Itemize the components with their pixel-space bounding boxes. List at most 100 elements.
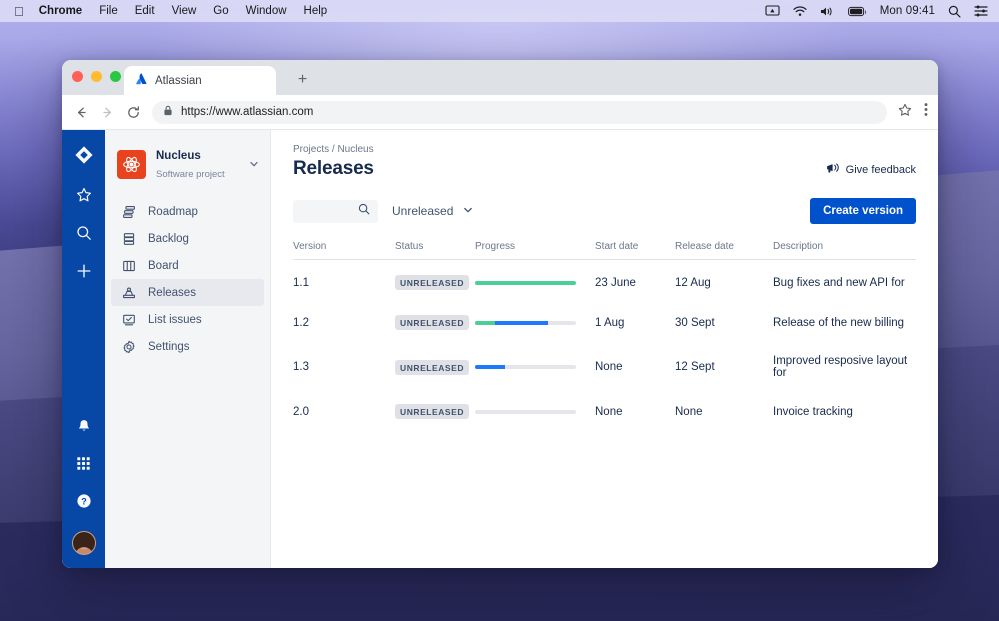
column-header-version: Version [293, 241, 395, 260]
search-input-wrapper[interactable] [293, 199, 378, 223]
breadcrumb[interactable]: Projects / Nucleus [293, 144, 916, 155]
cell-version[interactable]: 1.1 [293, 260, 395, 301]
maximize-window-button[interactable] [110, 71, 121, 82]
notifications-icon[interactable] [76, 418, 92, 434]
browser-tab-strip: Atlassian + [62, 60, 938, 95]
create-version-button[interactable]: Create version [810, 198, 916, 224]
cell-description: Improved resposive layout for [773, 355, 908, 379]
cell-progress [475, 260, 595, 301]
progress-bar [475, 365, 576, 369]
cell-version[interactable]: 2.0 [293, 389, 395, 429]
cell-progress [475, 300, 595, 340]
control-center-icon[interactable] [974, 5, 988, 17]
search-input[interactable] [301, 205, 358, 217]
avatar-hair [72, 532, 95, 554]
minimize-window-button[interactable] [91, 71, 102, 82]
column-header-description: Description [773, 241, 916, 260]
cell-progress [475, 340, 595, 389]
project-type: Software project [156, 169, 225, 180]
help-icon[interactable]: ? [76, 493, 92, 509]
sidebar-item-releases[interactable]: Releases [111, 279, 264, 306]
sidebar-item-label: Roadmap [148, 205, 198, 218]
releases-page: Projects / Nucleus Releases Give feedbac… [271, 130, 938, 568]
menu-item-view[interactable]: View [172, 5, 197, 17]
progress-bar [475, 320, 576, 325]
status-badge: UNRELEASED [395, 359, 470, 375]
chrome-menu-icon[interactable] [924, 102, 928, 122]
search-icon[interactable] [358, 202, 370, 220]
board-icon [121, 259, 136, 273]
column-header-status: Status [395, 241, 475, 260]
menu-item-window[interactable]: Window [246, 5, 287, 17]
table-row[interactable]: 2.0 UNRELEASED None None Invoice tracking [293, 389, 916, 429]
chevron-down-icon[interactable] [248, 158, 260, 170]
volume-icon[interactable] [820, 6, 835, 17]
column-header-start-date: Start date [595, 241, 675, 260]
cell-description: Release of the new billing [773, 316, 905, 329]
macos-menu-bar:  Chrome File Edit View Go Window Help M… [0, 0, 999, 22]
status-badge: UNRELEASED [395, 404, 470, 419]
user-avatar[interactable] [71, 531, 96, 555]
status-filter-dropdown[interactable]: Unreleased [392, 204, 474, 219]
window-traffic-lights [72, 71, 121, 82]
sidebar-item-list-issues[interactable]: List issues [111, 306, 264, 333]
lock-icon [163, 105, 173, 119]
app-switcher-icon[interactable] [76, 456, 91, 471]
sidebar-item-board[interactable]: Board [111, 252, 264, 279]
cell-description: Invoice tracking [773, 405, 853, 418]
starred-icon[interactable] [76, 187, 92, 203]
sidebar-item-label: Settings [148, 340, 190, 353]
cell-release-date: 30 Sept [675, 316, 715, 329]
browser-tab-atlassian[interactable]: Atlassian [124, 66, 276, 95]
apple-menu-icon[interactable]:  [14, 5, 24, 18]
menu-item-go[interactable]: Go [213, 5, 228, 17]
sidebar-item-backlog[interactable]: Backlog [111, 225, 264, 252]
menu-item-help[interactable]: Help [304, 5, 328, 17]
browser-tab-title: Atlassian [155, 74, 202, 87]
create-icon[interactable] [76, 263, 92, 279]
back-button[interactable] [74, 105, 89, 120]
menu-bar-clock[interactable]: Mon 09:41 [880, 5, 935, 17]
list-issues-icon [121, 313, 136, 327]
menu-item-edit[interactable]: Edit [135, 5, 155, 17]
table-row[interactable]: 1.2 UNRELEASED 1 Aug 30 Sept Release of the … [293, 300, 916, 340]
sidebar-item-label: Releases [148, 286, 196, 299]
table-row[interactable]: 1.3 UNRELEASED None 12 Sept Improved resposi… [293, 340, 916, 389]
releases-toolbar: Unreleased Create version [293, 198, 916, 224]
reload-button[interactable] [126, 105, 141, 120]
sidebar-nav: Roadmap Backlog Board Releases List issu… [105, 198, 270, 360]
search-icon[interactable] [76, 225, 92, 241]
roadmap-icon [121, 205, 136, 219]
bookmark-star-icon[interactable] [898, 103, 912, 122]
nucleus-atom-logo [117, 149, 146, 179]
url-text: https://www.atlassian.com [181, 106, 314, 118]
spotlight-search-icon[interactable] [948, 5, 961, 18]
battery-icon[interactable] [847, 6, 867, 17]
cell-version[interactable]: 1.3 [293, 340, 395, 389]
give-feedback-button[interactable]: Give feedback [826, 162, 916, 177]
project-switcher[interactable]: Nucleus Software project [105, 142, 270, 186]
wifi-icon[interactable] [793, 5, 807, 17]
menu-item-file[interactable]: File [99, 5, 118, 17]
sidebar-item-roadmap[interactable]: Roadmap [111, 198, 264, 225]
new-tab-button[interactable]: + [294, 71, 311, 88]
progress-bar [475, 409, 576, 414]
close-window-button[interactable] [72, 71, 83, 82]
menu-app-name[interactable]: Chrome [39, 5, 82, 17]
project-sidebar: Nucleus Software project Roadmap Backlog… [105, 130, 271, 568]
jira-app: ? Nucleus Software project Roadmap Backl… [62, 130, 938, 568]
cell-status: UNRELEASED [395, 260, 475, 301]
sidebar-item-label: Backlog [148, 232, 189, 245]
page-title: Releases [293, 158, 374, 179]
forward-button[interactable] [100, 105, 115, 120]
chrome-browser-window: Atlassian + https://www.atlassian.com ? … [62, 60, 938, 568]
sidebar-item-settings[interactable]: Settings [111, 333, 264, 360]
url-bar[interactable]: https://www.atlassian.com [152, 100, 887, 124]
sidebar-item-label: List issues [148, 313, 202, 326]
cell-version[interactable]: 1.2 [293, 300, 395, 340]
sidebar-item-label: Board [148, 259, 179, 272]
table-row[interactable]: 1.1 UNRELEASED 23 June 12 Aug Bug fixes and … [293, 260, 916, 301]
releases-table: Version Status Progress Start date Relea… [293, 241, 916, 429]
screen-mirroring-icon[interactable] [765, 5, 780, 17]
jira-logo-icon[interactable] [74, 145, 94, 165]
